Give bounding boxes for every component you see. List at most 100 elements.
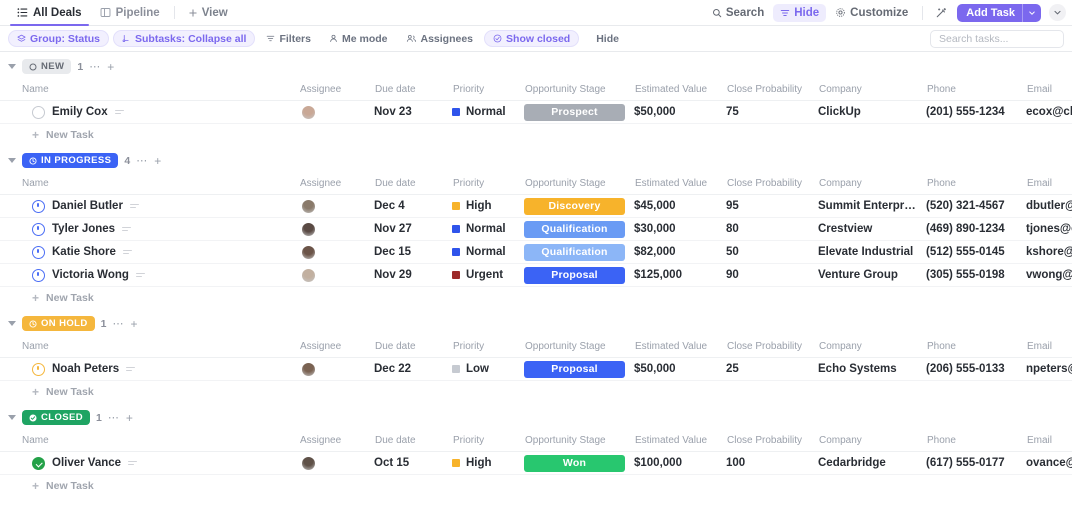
due-date-cell[interactable]: Nov 23 [374,100,452,124]
close-probability-cell[interactable]: 90 [726,263,818,287]
column-header-assignee[interactable]: Assignee [296,80,374,101]
opportunity-stage-cell[interactable]: Proposal [524,263,634,287]
task-name-cell[interactable]: Emily Cox [0,100,296,124]
group-status-chip[interactable]: IN PROGRESS [22,153,119,168]
column-header-email[interactable]: Email [1026,431,1072,452]
task-name-cell[interactable]: Oliver Vance [0,451,296,475]
group-status-chip[interactable]: ON HOLD [22,316,95,331]
column-header-email[interactable]: Email [1026,337,1072,358]
tab-all-deals[interactable]: All Deals [8,0,91,26]
close-probability-cell[interactable]: 95 [726,194,818,218]
assignees-button[interactable]: Assignees [399,31,481,47]
task-name-cell[interactable]: Noah Peters [0,357,296,381]
phone-cell[interactable]: (617) 555-0177 [926,451,1026,475]
filters-button[interactable]: Filters [259,31,318,47]
group-collapse-caret-icon[interactable] [8,64,16,69]
company-cell[interactable]: Summit Enterpris... [818,194,926,218]
group-add-task-icon[interactable]: + [154,155,161,167]
email-cell[interactable]: dbutler@ [1026,194,1072,218]
column-header-company[interactable]: Company [818,431,926,452]
assignee-cell[interactable] [296,217,374,241]
avatar[interactable] [301,221,316,237]
magic-wand-icon[interactable] [930,4,952,22]
group-status-chip[interactable]: NEW [22,59,72,74]
column-header-close-probability[interactable]: Close Probability [726,431,818,452]
opportunity-stage-cell[interactable]: Prospect [524,100,634,124]
group-collapse-caret-icon[interactable] [8,321,16,326]
phone-cell[interactable]: (512) 555-0145 [926,240,1026,264]
tab-pipeline[interactable]: Pipeline [91,0,169,25]
priority-cell[interactable]: High [452,451,524,475]
new-task-button[interactable]: + New Task [0,381,1072,403]
customize-button[interactable]: Customize [828,4,915,22]
search-tasks-input[interactable]: Search tasks... [930,29,1064,48]
company-cell[interactable]: Crestview [818,217,926,241]
close-probability-cell[interactable]: 50 [726,240,818,264]
phone-cell[interactable]: (469) 890-1234 [926,217,1026,241]
close-probability-cell[interactable]: 100 [726,451,818,475]
due-date-cell[interactable]: Dec 15 [374,240,452,264]
priority-cell[interactable]: Low [452,357,524,381]
estimated-value-cell[interactable]: $50,000 [634,357,726,381]
priority-cell[interactable]: Urgent [452,263,524,287]
assignee-cell[interactable] [296,240,374,264]
assignee-cell[interactable] [296,357,374,381]
opportunity-stage-chip[interactable]: Discovery [524,197,625,215]
opportunity-stage-chip[interactable]: Won [524,454,625,472]
table-row[interactable]: Tyler Jones Nov 27 Normal Qualification $30,… [0,217,1072,241]
column-header-estimated-value[interactable]: Estimated Value [634,431,726,452]
table-row[interactable]: Noah Peters Dec 22 Low Proposal $50,000 25 Ech… [0,357,1072,381]
priority-cell[interactable]: High [452,194,524,218]
opportunity-stage-cell[interactable]: Qualification [524,240,634,264]
avatar[interactable] [301,244,316,260]
priority-cell[interactable]: Normal [452,217,524,241]
avatar[interactable] [301,361,316,377]
column-header-opportunity-stage[interactable]: Opportunity Stage [524,174,634,195]
column-header-priority[interactable]: Priority [452,174,524,195]
opportunity-stage-cell[interactable]: Qualification [524,217,634,241]
column-header-company[interactable]: Company [818,174,926,195]
column-header-due-date[interactable]: Due date [374,174,452,195]
group-status-chip[interactable]: CLOSED [22,410,90,425]
group-add-task-icon[interactable]: + [130,318,137,330]
column-header-priority[interactable]: Priority [452,80,524,101]
due-date-cell[interactable]: Oct 15 [374,451,452,475]
add-task-chevron-down-icon[interactable] [1022,3,1041,22]
view-options-chevron-down-icon[interactable] [1049,4,1066,21]
column-header-estimated-value[interactable]: Estimated Value [634,174,726,195]
column-header-due-date[interactable]: Due date [374,337,452,358]
phone-cell[interactable]: (206) 555-0133 [926,357,1026,381]
task-status-icon[interactable] [32,199,45,213]
new-task-button[interactable]: + New Task [0,475,1072,497]
opportunity-stage-cell[interactable]: Proposal [524,357,634,381]
avatar[interactable] [301,198,316,214]
column-header-phone[interactable]: Phone [926,80,1026,101]
column-header-close-probability[interactable]: Close Probability [726,174,818,195]
column-header-estimated-value[interactable]: Estimated Value [634,80,726,101]
estimated-value-cell[interactable]: $50,000 [634,100,726,124]
due-date-cell[interactable]: Nov 27 [374,217,452,241]
priority-cell[interactable]: Normal [452,100,524,124]
company-cell[interactable]: Elevate Industrial [818,240,926,264]
column-header-assignee[interactable]: Assignee [296,431,374,452]
column-header-close-probability[interactable]: Close Probability [726,80,818,101]
column-header-due-date[interactable]: Due date [374,431,452,452]
column-header-name[interactable]: Name [0,431,296,452]
close-probability-cell[interactable]: 25 [726,357,818,381]
task-status-icon[interactable] [32,268,45,282]
priority-cell[interactable]: Normal [452,240,524,264]
task-name-cell[interactable]: Daniel Butler [0,194,296,218]
column-header-company[interactable]: Company [818,80,926,101]
group-more-options-icon[interactable]: ⋯ [136,154,148,167]
column-header-assignee[interactable]: Assignee [296,174,374,195]
group-add-task-icon[interactable]: + [126,412,133,424]
task-status-icon[interactable] [32,362,45,376]
show-closed-pill[interactable]: Show closed [484,30,580,47]
assignee-cell[interactable] [296,100,374,124]
task-status-icon[interactable] [32,456,45,470]
new-task-button[interactable]: + New Task [0,287,1072,309]
email-cell[interactable]: vwong@ [1026,263,1072,287]
company-cell[interactable]: Cedarbridge [818,451,926,475]
opportunity-stage-chip[interactable]: Prospect [524,103,625,121]
opportunity-stage-chip[interactable]: Proposal [524,266,625,284]
